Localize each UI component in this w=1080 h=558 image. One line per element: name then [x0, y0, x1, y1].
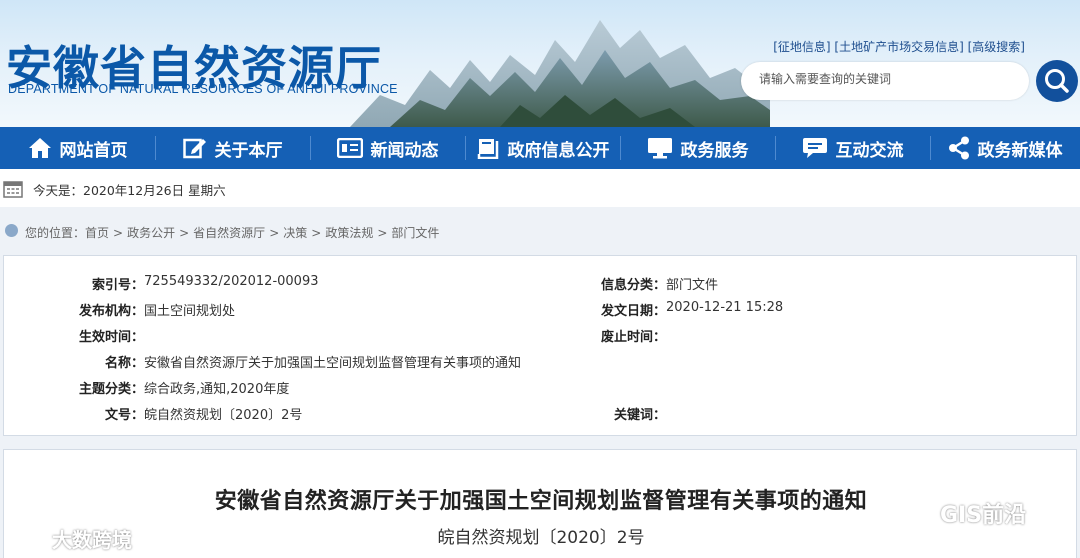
breadcrumb-separator: > [113, 226, 124, 240]
breadcrumb-separator: > [377, 226, 388, 240]
watermark-logo-icon [7, 531, 46, 552]
search-input[interactable] [759, 72, 1014, 86]
nav-new-media[interactable]: 政务新媒体 [930, 127, 1080, 169]
index-no-label: 索引号： [91, 278, 144, 293]
link-land-market[interactable]: [土地矿产市场交易信息] [834, 40, 963, 54]
breadcrumb-item-policies[interactable]: 政策法规 [325, 226, 373, 240]
date-bar: 今天是：2020年12月26日 星期六 [0, 169, 1080, 207]
nav-home-label: 网站首页 [59, 140, 128, 161]
doc-name-value: 安徽省自然资源厅关于加强国土空间规划监督管理有关事项的通知 [144, 356, 522, 371]
share-icon [948, 136, 969, 160]
category-value: 部门文件 [666, 278, 719, 293]
breadcrumb: 您的位置：首页 > 政务公开 > 省自然资源厅 > 决策 > 政策法规 > 部门文件 [0, 218, 1080, 244]
search-box [741, 62, 1029, 100]
nav-interaction[interactable]: 互动交流 [775, 127, 930, 169]
publisher-label: 发布机构： [78, 304, 144, 319]
watermark-right: GIS前沿 [900, 497, 1026, 529]
nav-gov-info-label: 政府信息公开 [507, 140, 610, 161]
search-icon [1045, 69, 1069, 93]
nav-about-label: 关于本厅 [214, 140, 283, 161]
calendar-icon [3, 181, 23, 198]
doc-no-value: 皖自然资规划〔2020〕2号 [144, 408, 303, 423]
document-meta-panel: 索引号： 725549332/202012-00093 信息分类： 部门文件 发… [3, 255, 1077, 436]
nav-home[interactable]: 网站首页 [0, 127, 155, 169]
link-advanced-search[interactable]: [高级搜索] [968, 40, 1025, 54]
doc-no-label: 文号： [104, 408, 144, 423]
mountain-illustration [350, 20, 770, 127]
issue-date-label: 发文日期： [600, 304, 666, 319]
watermark-left-text: 大数跨境 [52, 528, 132, 552]
wechat-icon [900, 499, 936, 526]
effective-time-label: 生效时间： [78, 330, 144, 345]
site-logo-subtitle: DEPARTMENT OF NATURAL RESOURCES OF ANHUI… [8, 82, 398, 96]
search-button[interactable] [1036, 60, 1078, 102]
edit-icon [182, 138, 206, 159]
monitor-icon [647, 138, 672, 159]
issue-date-value: 2020-12-21 15:28 [666, 300, 784, 315]
breadcrumb-separator: > [269, 226, 280, 240]
breadcrumb-item-home[interactable]: 首页 [85, 226, 109, 240]
category-label: 信息分类： [600, 278, 666, 293]
nav-gov-info[interactable]: 政府信息公开 [465, 127, 620, 169]
nav-new-media-label: 政务新媒体 [977, 140, 1063, 161]
main-nav: 网站首页 关于本厅 新闻动态 政府信息公开 政务服务 互动交流 政务新媒体 [0, 127, 1080, 169]
today-date: 今天是：2020年12月26日 星期六 [33, 183, 226, 198]
topic-value: 综合政务,通知,2020年度 [144, 382, 290, 397]
location-icon [5, 224, 18, 237]
nav-interaction-label: 互动交流 [835, 140, 904, 161]
breadcrumb-item-gov-affairs[interactable]: 政务公开 [127, 226, 175, 240]
doc-name-label: 名称： [104, 356, 144, 371]
breadcrumb-separator: > [179, 226, 190, 240]
breadcrumb-item-dept-docs[interactable]: 部门文件 [391, 226, 439, 240]
watermark-left: 大数跨境 [6, 524, 132, 554]
breadcrumb-separator: > [311, 226, 322, 240]
news-icon [336, 138, 363, 158]
publisher-value: 国土空间规划处 [144, 304, 236, 319]
repeal-time-label: 废止时间： [600, 330, 666, 345]
topic-label: 主题分类： [78, 382, 144, 397]
nav-services[interactable]: 政务服务 [620, 127, 775, 169]
nav-news-label: 新闻动态 [370, 140, 439, 161]
keywords-label: 关键词： [613, 408, 666, 423]
nav-services-label: 政务服务 [680, 140, 749, 161]
top-links: [征地信息] [土地矿产市场交易信息] [高级搜索] [773, 38, 1025, 55]
breadcrumb-prefix: 您的位置： [25, 226, 86, 240]
index-no-value: 725549332/202012-00093 [144, 274, 319, 289]
nav-about[interactable]: 关于本厅 [155, 127, 310, 169]
watermark-right-text: GIS前沿 [940, 503, 1027, 528]
nav-news[interactable]: 新闻动态 [310, 127, 465, 169]
breadcrumb-item-decisions[interactable]: 决策 [283, 226, 307, 240]
book-icon [477, 139, 498, 159]
breadcrumb-item-department[interactable]: 省自然资源厅 [193, 226, 265, 240]
chat-icon [802, 138, 827, 158]
home-icon [28, 138, 51, 158]
link-land-acquisition[interactable]: [征地信息] [773, 40, 830, 54]
